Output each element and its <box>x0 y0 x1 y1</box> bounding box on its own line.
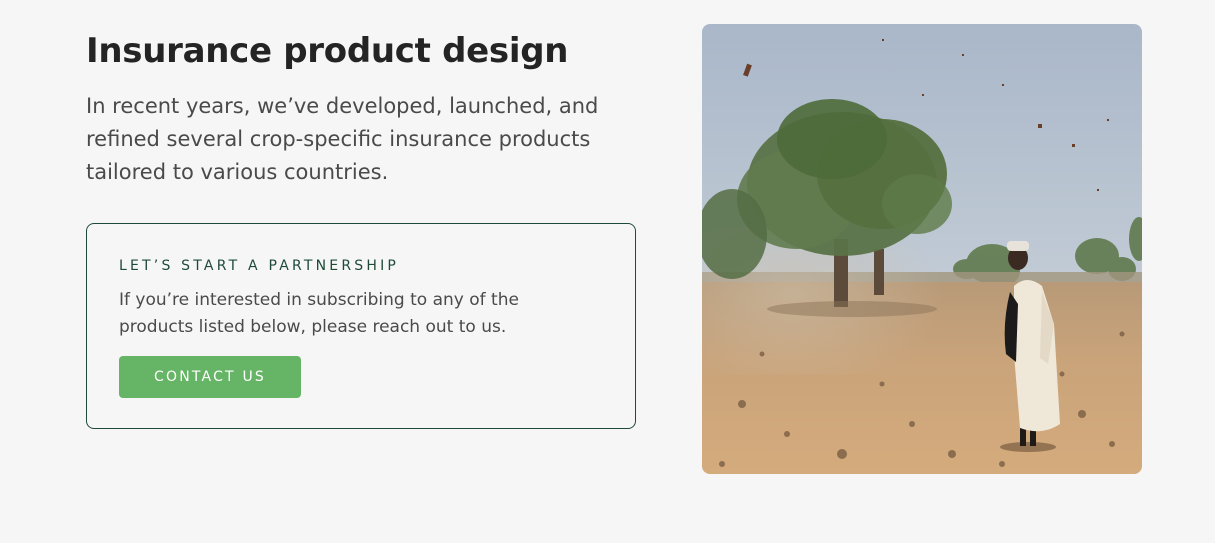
field-photo <box>702 24 1142 474</box>
partnership-card: LET’S START A PARTNERSHIP If you’re inte… <box>86 223 636 429</box>
intro-block: Insurance product design In recent years… <box>86 28 638 189</box>
partnership-eyebrow: LET’S START A PARTNERSHIP <box>119 258 400 274</box>
partnership-text: If you’re interested in subscribing to a… <box>119 290 519 337</box>
intro-text: In recent years, we’ve developed, launch… <box>86 94 599 184</box>
page-title: Insurance product design <box>86 31 569 71</box>
contact-us-button[interactable]: CONTACT US <box>119 356 301 398</box>
insurance-product-section: Insurance product design In recent years… <box>0 0 1215 543</box>
